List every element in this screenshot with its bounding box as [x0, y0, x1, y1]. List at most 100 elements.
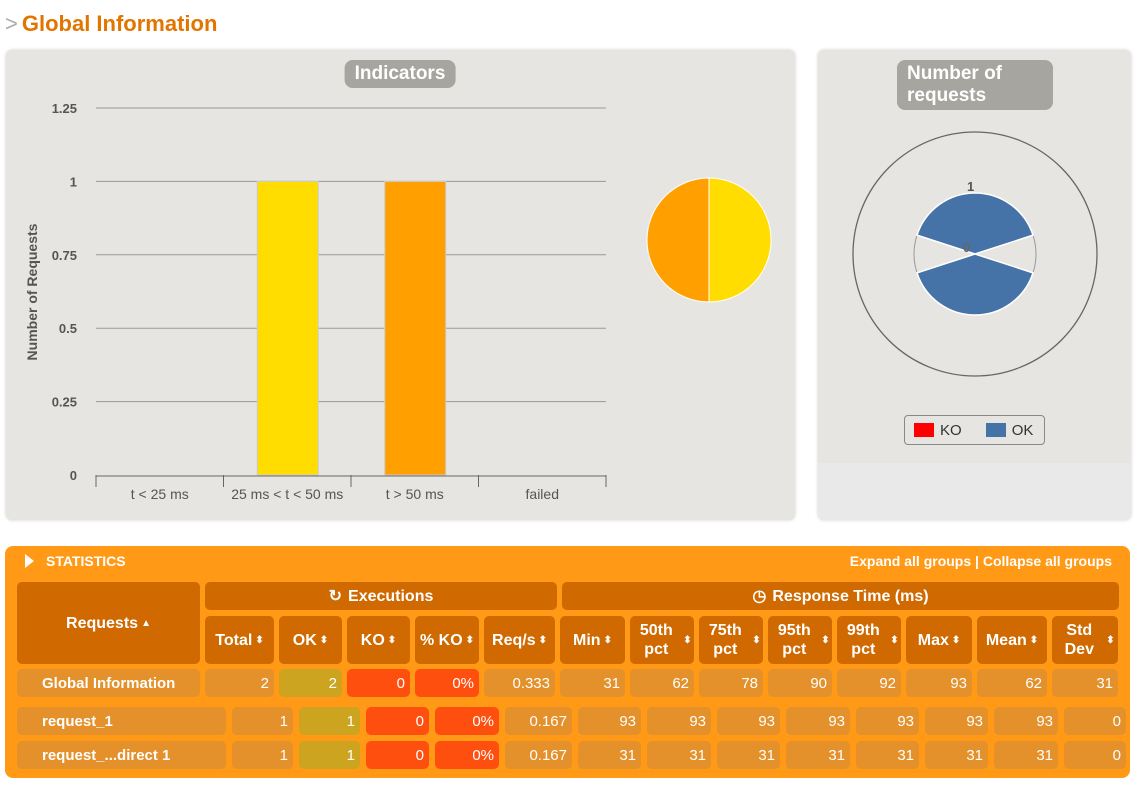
ok-sector — [916, 253, 1034, 316]
cell-50th-pct: 93 — [647, 707, 711, 735]
requests-panel: Number of requests 10 KO OK — [818, 50, 1131, 520]
cell-75th-pct: 93 — [717, 707, 780, 735]
cell-ok: 1 — [299, 741, 360, 769]
column-header[interactable]: 99th pct ⬍ — [837, 616, 901, 664]
bar — [384, 180, 447, 476]
y-tick-label: 0.25 — [52, 395, 77, 410]
column-header[interactable]: Min ⬍ — [560, 616, 625, 664]
column-header[interactable]: Max ⬍ — [906, 616, 972, 664]
sort-icon: ⬍ — [255, 634, 264, 646]
sort-icon: ⬍ — [951, 634, 961, 646]
column-header[interactable]: Total ⬍ — [205, 616, 274, 664]
x-tick-label: 25 ms < t < 50 ms — [231, 486, 343, 502]
sort-icon: ⬍ — [821, 634, 830, 646]
column-header[interactable]: 95th pct ⬍ — [768, 616, 832, 664]
column-header-label: 75th pct — [708, 622, 742, 658]
x-tick-label: t < 25 ms — [131, 486, 189, 502]
column-header[interactable]: KO ⬍ — [347, 616, 410, 664]
cell-req-s: 0.167 — [505, 707, 572, 735]
executions-header: ↻ Executions — [205, 582, 557, 610]
requests-header[interactable]: Requests ▲ — [17, 582, 200, 664]
cell-75th-pct: 31 — [717, 741, 780, 769]
response-time-label: Response Time (ms) — [772, 587, 929, 605]
radial-tick-label: 1 — [967, 179, 974, 194]
cell-99th-pct: 93 — [856, 707, 919, 735]
statistics-toggle[interactable]: STATISTICS — [25, 552, 126, 570]
column-header[interactable]: Std Dev ⬍ — [1052, 616, 1118, 664]
legend-ko-label: KO — [940, 421, 962, 439]
clock-icon: ◷ — [752, 587, 767, 605]
cell--ko: 0% — [435, 707, 499, 735]
cell-max: 93 — [906, 669, 972, 697]
collapse-all-link[interactable]: Collapse all groups — [983, 553, 1112, 569]
sort-icon: ⬍ — [465, 634, 475, 646]
pie-slice — [646, 177, 710, 303]
request-name[interactable]: request_1 — [17, 707, 226, 735]
column-header[interactable]: 75th pct ⬍ — [699, 616, 763, 664]
column-header[interactable]: Mean ⬍ — [977, 616, 1047, 664]
sort-icon: ⬍ — [1029, 634, 1039, 646]
column-header-label: 95th pct — [777, 622, 811, 658]
cell-total: 1 — [232, 741, 293, 769]
cell-req-s: 0.167 — [505, 741, 572, 769]
ok-sector — [916, 192, 1034, 255]
pie-slice — [708, 177, 772, 303]
cell--ko: 0% — [415, 669, 479, 697]
sort-icon: ⬍ — [603, 634, 612, 646]
legend-ko[interactable]: KO — [914, 422, 962, 439]
group-header-row: Requests ▲ ↻ Executions ◷ Response Time (ms… — [17, 582, 1119, 664]
cell-std-dev: 0 — [1064, 741, 1126, 769]
legend-ok[interactable]: OK — [985, 421, 1034, 439]
cell-max: 93 — [925, 707, 988, 735]
column-header-label: Total — [215, 631, 253, 649]
request-name[interactable]: request_...direct 1 — [17, 741, 226, 769]
y-tick-label: 1 — [70, 174, 77, 189]
requests-polar-chart: 10 — [852, 131, 1098, 377]
cell-50th-pct: 31 — [647, 741, 711, 769]
indicators-chart: 0 0.25 0.5 0.75 1 1.25 t < 25 ms 25 ms < t < 50… — [24, 101, 772, 502]
column-header-label: OK — [292, 631, 317, 649]
x-tick-label: failed — [526, 486, 559, 502]
triangle-right-icon — [25, 554, 34, 568]
cell-ok: 1 — [299, 707, 360, 735]
y-axis-label: Number of Requests — [24, 223, 40, 360]
cell-ko: 0 — [366, 707, 429, 735]
page-title-text: Global Information — [21, 11, 218, 36]
y-tick-label: 1.25 — [52, 101, 77, 116]
column-header-row: Total ⬍ OK ⬍ KO ⬍% KO ⬍ Req/s ⬍ Min ⬍ 50th pct ⬍ 75th… — [205, 616, 1118, 664]
cell-total: 1 — [232, 707, 293, 735]
cell-95th-pct: 93 — [786, 707, 850, 735]
legend-ok-label: OK — [1011, 421, 1034, 439]
cell-99th-pct: 31 — [856, 741, 919, 769]
column-header-label: % KO — [419, 631, 463, 649]
column-header[interactable]: OK ⬍ — [279, 616, 342, 664]
cell-95th-pct: 31 — [786, 741, 850, 769]
cell-mean: 93 — [994, 707, 1058, 735]
separator: | — [975, 553, 979, 569]
y-tick-label: 0 — [70, 468, 77, 483]
column-header[interactable]: % KO ⬍ — [415, 616, 479, 664]
cell-min: 93 — [578, 707, 641, 735]
radial-tick-label: 0 — [963, 240, 970, 255]
cell-ok: 2 — [279, 669, 342, 697]
cell-total: 2 — [205, 669, 274, 697]
response-time-header: ◷ Response Time (ms) — [562, 582, 1119, 610]
bar — [256, 180, 319, 476]
sort-icon: ⬍ — [890, 634, 899, 646]
sort-asc-icon: ▲ — [141, 617, 151, 629]
column-header-label: Min — [573, 631, 601, 649]
column-header-label: 50th pct — [639, 622, 673, 658]
y-tick-label: 0.75 — [52, 248, 77, 263]
column-header-label: Req/s — [492, 631, 536, 649]
x-tick-label: t > 50 ms — [386, 486, 444, 502]
expand-all-link[interactable]: Expand all groups — [850, 553, 971, 569]
column-header[interactable]: 50th pct ⬍ — [630, 616, 694, 664]
requests-header-label: Requests — [66, 614, 139, 632]
column-header[interactable]: Req/s ⬍ — [484, 616, 555, 664]
sort-icon: ⬍ — [683, 634, 692, 646]
cell-min: 31 — [578, 741, 641, 769]
legend: KO OK — [904, 415, 1045, 445]
request-name[interactable]: Global Information — [17, 669, 200, 697]
sort-icon: ⬍ — [538, 634, 547, 646]
cell-mean: 62 — [977, 669, 1047, 697]
